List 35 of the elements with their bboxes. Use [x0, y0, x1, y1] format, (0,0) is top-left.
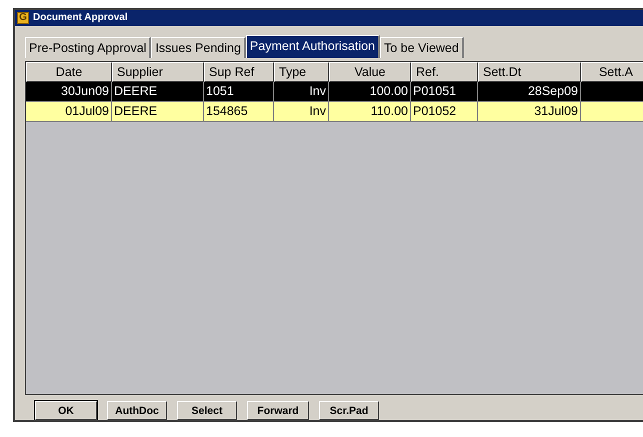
dialog-button[interactable]: Forward [247, 401, 309, 420]
table-cell[interactable]: 01Jul09 [26, 102, 112, 122]
dialog-button[interactable]: OK [35, 401, 97, 420]
table-cell[interactable]: DEERE [112, 82, 204, 102]
tab[interactable]: Pre-Posting Approval [25, 36, 152, 58]
app-logo: G [17, 12, 29, 24]
tab[interactable]: Payment Authorisation [246, 34, 380, 58]
column-header[interactable]: Ref. [411, 62, 478, 82]
dialog-button[interactable]: Scr.Pad [319, 401, 379, 420]
column-header[interactable]: Sup Ref [204, 62, 274, 82]
table-cell[interactable]: 154865 [204, 102, 274, 122]
table-cell[interactable]: P01052 [411, 102, 478, 122]
column-header[interactable]: Sett.Dt [478, 62, 581, 82]
table-cell[interactable]: 28Sep09 [478, 82, 581, 102]
table-cell[interactable] [581, 102, 643, 122]
column-header[interactable]: Type [274, 62, 329, 82]
table-cell[interactable]: 100.00 [329, 82, 411, 102]
dialog-button[interactable]: Select [177, 401, 237, 420]
table-cell[interactable]: 30Jun09 [26, 82, 112, 102]
column-header[interactable]: Date [26, 62, 112, 82]
dialog-button[interactable]: AuthDoc [107, 401, 167, 420]
table-cell[interactable]: 110.00 [329, 102, 411, 122]
table-cell[interactable]: 1051 [204, 82, 274, 102]
tab[interactable]: To be Viewed [380, 36, 464, 58]
column-header[interactable]: Sett.A [581, 62, 643, 82]
table-cell[interactable]: 31Jul09 [478, 102, 581, 122]
window-title: Document Approval [33, 12, 128, 24]
column-header[interactable]: Supplier [112, 62, 204, 82]
table-cell[interactable]: Inv [274, 82, 329, 102]
column-header[interactable]: Value [329, 62, 411, 82]
table-cell[interactable]: Inv [274, 102, 329, 122]
table-cell[interactable]: P01051 [411, 82, 478, 102]
table-cell[interactable]: DEERE [112, 102, 204, 122]
tab[interactable]: Issues Pending [151, 36, 246, 58]
table-cell[interactable] [581, 82, 643, 102]
